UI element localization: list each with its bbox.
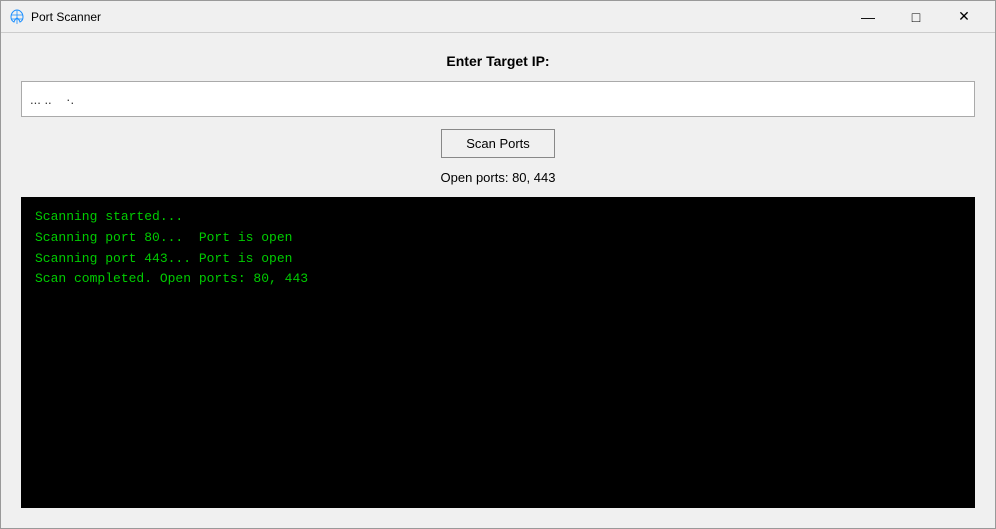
window-controls: — □ ✕: [845, 1, 987, 33]
app-icon: [9, 9, 25, 25]
close-button[interactable]: ✕: [941, 1, 987, 33]
main-content: Enter Target IP: Scan Ports Open ports: …: [1, 33, 995, 528]
console-output: Scanning started... Scanning port 80... …: [21, 197, 975, 508]
scan-button-row: Scan Ports: [21, 129, 975, 158]
scan-ports-button[interactable]: Scan Ports: [441, 129, 555, 158]
ip-input[interactable]: [21, 81, 975, 117]
window-title: Port Scanner: [31, 10, 845, 24]
title-bar: Port Scanner — □ ✕: [1, 1, 995, 33]
app-window: Port Scanner — □ ✕ Enter Target IP: Scan…: [0, 0, 996, 529]
minimize-button[interactable]: —: [845, 1, 891, 33]
open-ports-result: Open ports: 80, 443: [21, 170, 975, 185]
ip-label: Enter Target IP:: [21, 53, 975, 69]
maximize-button[interactable]: □: [893, 1, 939, 33]
